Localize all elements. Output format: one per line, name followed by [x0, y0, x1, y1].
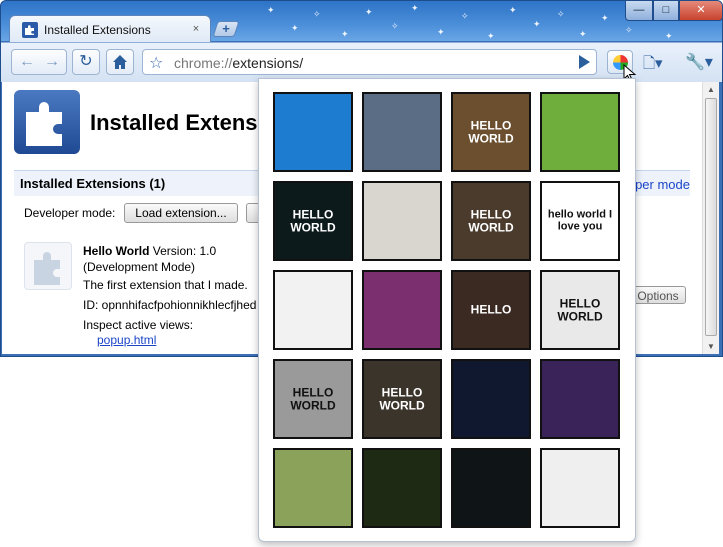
page-menu-icon[interactable]: 🗋▾ [643, 53, 663, 78]
new-tab-button[interactable]: + [212, 21, 240, 37]
photo-thumbnail[interactable] [540, 359, 620, 439]
forward-arrow-icon[interactable]: → [41, 53, 63, 73]
photo-thumbnail[interactable]: HELLO WORLD [273, 181, 353, 261]
nav-button-group: ← → [11, 49, 67, 75]
address-bar[interactable]: ☆ chrome://extensions/ [142, 49, 597, 75]
photo-thumbnail[interactable] [540, 92, 620, 172]
photo-caption: HELLO WORLD [468, 118, 514, 145]
photo-thumbnail[interactable]: HELLO WORLD [362, 359, 442, 439]
photo-caption: hello world I love you [547, 208, 613, 232]
extension-puzzle-icon [24, 242, 72, 290]
minimize-button[interactable]: — [625, 1, 653, 21]
popup-html-link[interactable]: popup.html [97, 333, 156, 347]
reload-icon: ↻ [79, 53, 93, 70]
extension-id: ID: opnnhifacfpohionnikhlecfjhed [83, 298, 257, 312]
photo-thumbnail[interactable]: HELLO [451, 270, 531, 350]
scroll-down-icon[interactable]: ▼ [707, 342, 715, 351]
photo-caption: HELLO WORLD [557, 296, 603, 323]
go-arrow-icon[interactable] [579, 55, 590, 69]
photo-caption: HELLO WORLD [379, 385, 425, 412]
photo-thumbnail[interactable]: HELLO WORLD [451, 92, 531, 172]
photo-thumbnail[interactable]: HELLO WORLD [273, 359, 353, 439]
scroll-up-icon[interactable]: ▲ [707, 85, 715, 94]
photo-grid: HELLO WORLD HELLO WORLD HELLO WORLD hello w… [273, 92, 620, 528]
photo-thumbnail[interactable] [540, 448, 620, 528]
scrollbar-thumb[interactable] [705, 98, 717, 336]
photo-thumbnail[interactable] [451, 448, 531, 528]
snowflake-decoration: ✦✦✧ ✦✦✧ ✦✦✧ ✦✦✦ ✧✦✦ ✧✦✦ [267, 3, 673, 41]
developer-mode-label: Developer mode: [24, 206, 116, 220]
photo-caption: HELLO WORLD [290, 385, 336, 412]
home-icon [113, 55, 127, 69]
photo-thumbnail[interactable]: hello world I love you [540, 181, 620, 261]
photo-thumbnail[interactable]: HELLO WORLD [540, 270, 620, 350]
photo-thumbnail[interactable] [362, 270, 442, 350]
extension-popup: HELLO WORLD HELLO WORLD HELLO WORLD hello w… [258, 78, 636, 542]
extension-mode: (Development Mode) [83, 260, 196, 274]
photo-thumbnail[interactable] [362, 181, 442, 261]
load-extension-button[interactable]: Load extension... [124, 203, 238, 223]
photo-caption: HELLO WORLD [290, 207, 336, 234]
section-title: Installed Extensions (1) [20, 176, 166, 191]
home-button[interactable] [106, 49, 134, 75]
maximize-button[interactable]: □ [653, 1, 679, 21]
inspect-views-label: Inspect active views: [83, 318, 194, 332]
photo-thumbnail[interactable] [362, 92, 442, 172]
puzzle-piece-icon [22, 22, 38, 38]
bookmark-star-icon[interactable]: ☆ [149, 53, 163, 73]
extension-description: The first extension that I made. [83, 278, 248, 292]
options-button[interactable]: Options [630, 286, 686, 304]
tab-close-icon[interactable]: × [190, 23, 202, 35]
reload-button[interactable]: ↻ [72, 49, 100, 75]
photo-thumbnail[interactable] [362, 448, 442, 528]
close-window-button[interactable]: ✕ [679, 1, 722, 21]
tab-installed-extensions[interactable]: Installed Extensions × [9, 15, 211, 43]
url-text: chrome://extensions/ [174, 55, 304, 71]
photo-thumbnail[interactable]: HELLO WORLD [451, 181, 531, 261]
plus-icon: + [222, 21, 230, 36]
extensions-logo-icon [14, 90, 80, 154]
photo-thumbnail[interactable] [451, 359, 531, 439]
photo-thumbnail[interactable] [273, 270, 353, 350]
back-arrow-icon[interactable]: ← [16, 53, 38, 73]
tab-title: Installed Extensions [44, 23, 151, 37]
photo-thumbnail[interactable] [273, 92, 353, 172]
toolbar: ← → ↻ ☆ chrome://extensions/ 🗋▾ 🔧▾ [1, 42, 722, 82]
photo-thumbnail[interactable] [273, 448, 353, 528]
photo-caption: HELLO [470, 302, 512, 317]
extension-name: Hello World Version: 1.0 [83, 244, 217, 258]
photo-caption: HELLO WORLD [468, 207, 514, 234]
developer-mode-link[interactable]: per mode [635, 177, 690, 192]
scrollbar[interactable]: ▲ ▼ [702, 82, 719, 354]
wrench-menu-icon[interactable]: 🔧▾ [685, 52, 713, 72]
